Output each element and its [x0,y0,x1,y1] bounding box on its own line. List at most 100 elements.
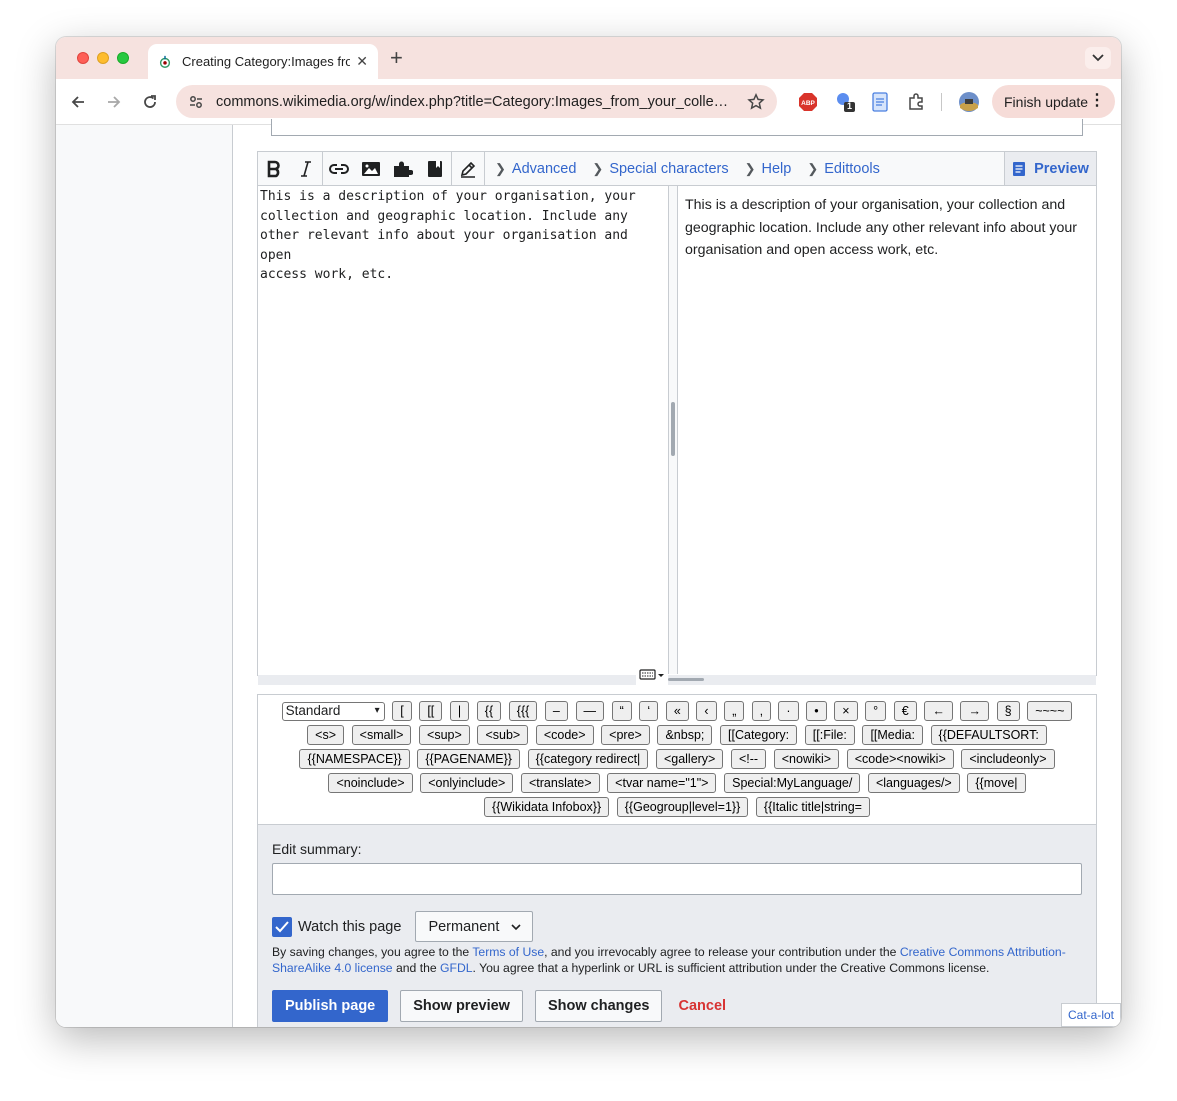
edittools-insert-button[interactable]: <translate> [521,773,600,793]
edittools-insert-button[interactable]: ° [865,701,887,721]
pane-resize-handle[interactable] [669,186,678,674]
wikitext-textarea[interactable]: This is a description of your organisati… [258,186,669,674]
edittools-insert-button[interactable]: <pre> [601,725,650,745]
input-method-button[interactable] [636,665,668,685]
resize-grip[interactable] [668,678,704,681]
resize-grip[interactable] [671,402,675,456]
edittools-insert-button[interactable]: <s> [307,725,345,745]
edittools-insert-button[interactable]: → [960,701,989,721]
edittools-insert-button[interactable]: [[ [419,701,443,721]
edit-summary-input[interactable] [272,863,1082,895]
edittools-insert-button[interactable]: § [996,701,1020,721]
edittools-insert-button[interactable]: – [544,701,568,721]
edittools-insert-button[interactable]: × [834,701,858,721]
finish-update-button[interactable]: Finish update ⋮ [992,85,1115,118]
edittools-insert-button[interactable]: ‹ [696,701,717,721]
reference-button[interactable] [419,152,451,185]
edittools-insert-button[interactable]: {{NAMESPACE}} [299,749,410,769]
edittools-insert-button[interactable]: [[Category: [720,725,798,745]
edittools-insert-button[interactable]: [[:File: [804,725,855,745]
tab-search-button[interactable] [1085,47,1111,69]
edittools-insert-button[interactable]: [ [392,701,412,721]
tab-close-icon[interactable]: ✕ [356,53,368,70]
cancel-link[interactable]: Cancel [678,998,726,1014]
edittools-insert-button[interactable]: {{Geogroup|level=1}} [616,797,749,817]
edittools-insert-button[interactable]: {{{ [508,701,538,721]
maximize-window-button[interactable] [117,52,129,64]
forward-button[interactable] [103,91,125,113]
edittools-insert-button[interactable]: <tvar name="1"> [607,773,717,793]
publish-page-button[interactable]: Publish page [272,990,389,1022]
edittools-insert-button[interactable]: — [575,701,604,721]
edittools-insert-button[interactable]: « [665,701,689,721]
edittools-insert-button[interactable]: „ [724,701,745,721]
edittools-insert-button[interactable]: ~~~~ [1027,701,1073,721]
italic-button[interactable] [290,152,322,185]
edittools-insert-button[interactable]: {{ [476,701,502,721]
edittools-insert-button[interactable]: Special:MyLanguage/ [724,773,861,793]
edittools-insert-button[interactable]: <languages/> [867,773,960,793]
watch-checkbox[interactable] [272,916,292,937]
edittools-insert-button[interactable]: <gallery> [655,749,724,769]
edittools-insert-button[interactable]: “ [611,701,632,721]
back-button[interactable] [67,91,89,113]
edittools-insert-button[interactable]: € [893,701,917,721]
bookmark-star-icon[interactable] [747,92,765,111]
watch-expiry-select[interactable]: Permanent [415,911,534,942]
reload-button[interactable] [139,91,161,113]
show-preview-button[interactable]: Show preview [400,990,523,1022]
minimize-window-button[interactable] [97,52,109,64]
extension-badge-icon[interactable]: 1 [834,91,856,113]
edittools-insert-button[interactable]: {{Wikidata Infobox}} [484,797,610,817]
tab-help[interactable]: ❯ Help [745,161,792,177]
edittools-insert-button[interactable]: ‚ [752,701,771,721]
show-changes-button[interactable]: Show changes [534,990,663,1022]
edittools-insert-button[interactable]: {{Italic title|string= [755,797,870,817]
link-button[interactable] [323,152,355,185]
edittools-insert-button[interactable]: <sub> [477,725,529,745]
document-extension-icon[interactable] [869,91,891,113]
edittools-insert-button[interactable]: <onlyinclude> [420,773,514,793]
new-tab-button[interactable]: + [390,46,403,70]
edittools-insert-button[interactable]: &nbsp; [657,725,713,745]
edittools-insert-button[interactable]: <small> [351,725,412,745]
edittools-insert-button[interactable]: <noinclude> [328,773,413,793]
profile-avatar[interactable] [958,91,980,113]
extensions-puzzle-icon[interactable] [905,91,927,113]
edittools-insert-button[interactable]: <!-- [731,749,767,769]
more-menu-icon[interactable]: ⋮ [1089,93,1105,109]
site-settings-icon[interactable] [188,94,204,110]
edittools-insert-button[interactable]: {{move| [967,773,1026,793]
preview-toggle-button[interactable]: Preview [1004,152,1096,185]
tab-special-characters[interactable]: ❯ Special characters [592,161,728,177]
edittools-insert-button[interactable]: ← [924,701,953,721]
edittools-select[interactable]: Standard ▾ [281,701,385,721]
tab-advanced[interactable]: ❯ Advanced [495,161,576,177]
edittools-insert-button[interactable]: {{PAGENAME}} [417,749,520,769]
cat-a-lot-button[interactable]: Cat-a-lot [1060,1003,1121,1027]
previous-field[interactable] [271,119,1083,136]
edittools-insert-button[interactable]: <nowiki> [773,749,840,769]
bold-button[interactable] [258,152,290,185]
edittools-insert-button[interactable]: <code> [535,725,594,745]
terms-of-use-link[interactable]: Terms of Use [472,945,544,959]
edittools-insert-button[interactable]: <sup> [419,725,470,745]
edittools-insert-button[interactable]: <code><nowiki> [846,749,954,769]
signature-button[interactable] [452,152,484,185]
edittools-insert-button[interactable]: <includeonly> [961,749,1055,769]
watch-label[interactable]: Watch this page [298,919,401,935]
edittools-insert-button[interactable]: | [449,701,470,721]
edittools-insert-button[interactable]: {{DEFAULTSORT: [930,725,1047,745]
edittools-insert-button[interactable]: • [806,701,827,721]
image-button[interactable] [355,152,387,185]
gfdl-link[interactable]: GFDL [440,961,473,975]
adblock-extension-icon[interactable]: ABP [797,91,819,113]
edittools-insert-button[interactable]: ‘ [639,701,659,721]
browser-tab[interactable]: Creating Category:Images fro ✕ [148,44,378,79]
close-window-button[interactable] [77,52,89,64]
edittools-insert-button[interactable]: · [778,701,799,721]
edittools-insert-button[interactable]: {{category redirect| [527,749,649,769]
vertical-resize-bar[interactable] [258,665,1096,685]
address-bar[interactable]: commons.wikimedia.org/w/index.php?title=… [176,85,777,118]
template-button[interactable] [387,152,419,185]
